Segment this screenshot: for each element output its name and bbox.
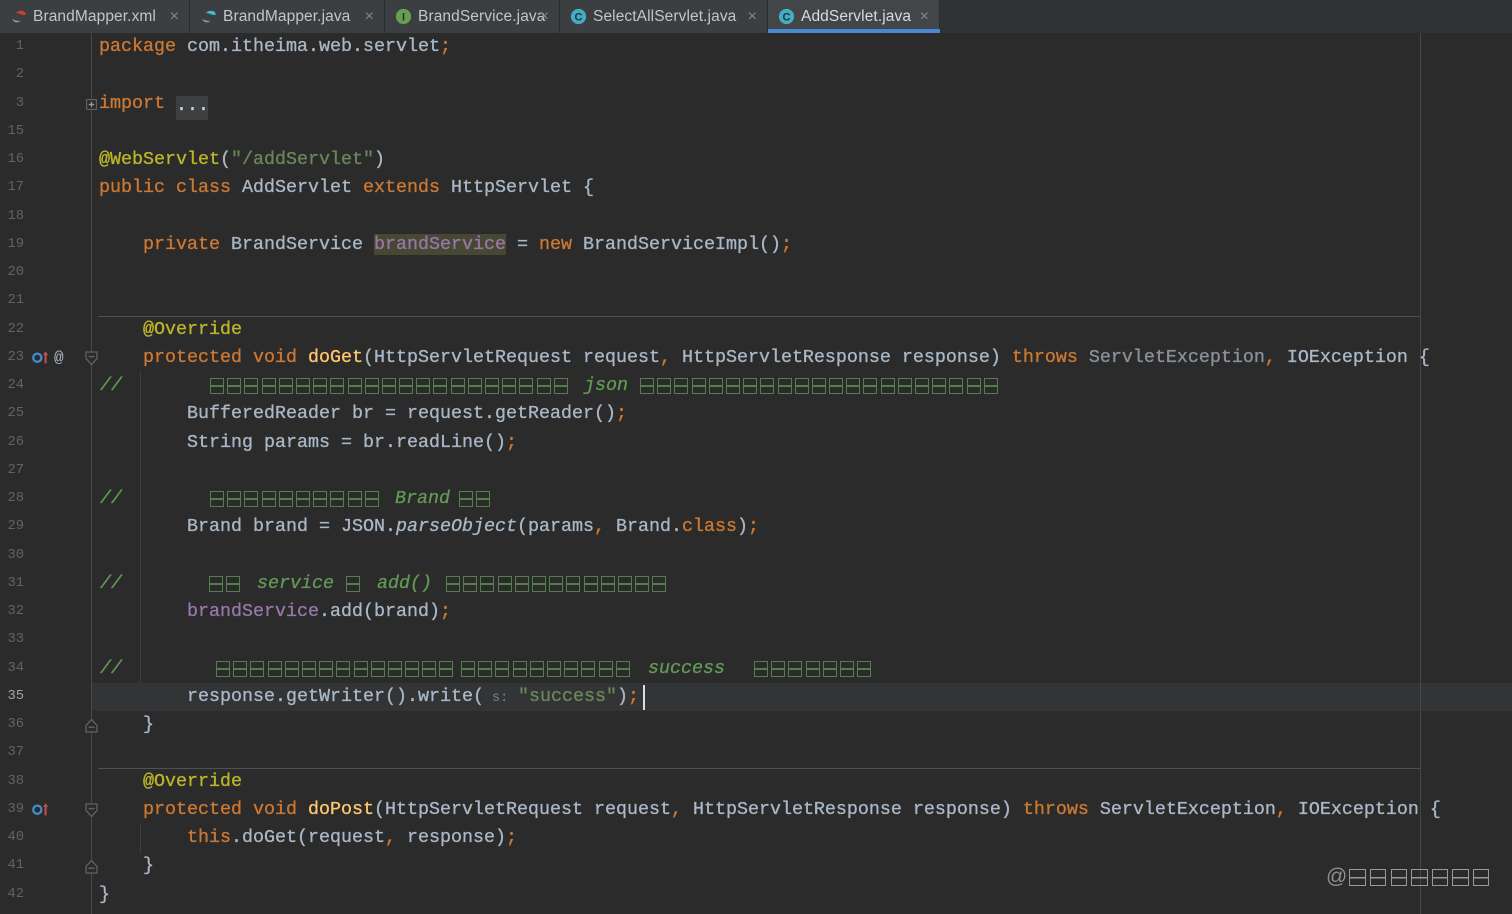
- svg-text:I: I: [402, 11, 405, 23]
- svg-text:C: C: [575, 11, 583, 23]
- svg-text:C: C: [783, 11, 791, 23]
